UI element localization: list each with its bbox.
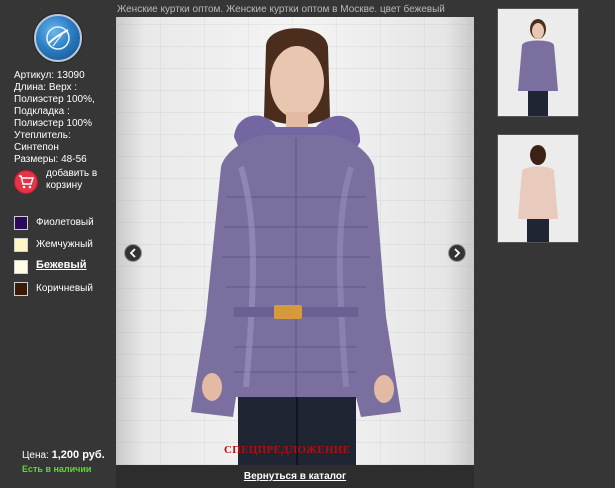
color-option-beige[interactable]: Бежевый xyxy=(14,258,114,280)
page-title: Женские куртки оптом. Женские куртки опт… xyxy=(117,4,445,15)
spec-line: Полиэстер 100% xyxy=(14,118,92,129)
product-photo xyxy=(116,17,474,465)
spec-line: Подкладка : xyxy=(14,106,70,117)
product-specs: Артикул: 13090 Длина: Верх : Полиэстер 1… xyxy=(14,70,114,166)
chevron-left-icon xyxy=(129,248,136,258)
back-to-catalog-bar: Вернуться в каталог xyxy=(116,465,474,488)
color-label[interactable]: Фиолетовый xyxy=(36,217,94,228)
spec-line: Длина: Верх : xyxy=(14,82,78,93)
chevron-right-icon xyxy=(454,248,461,258)
color-label[interactable]: Коричневый xyxy=(36,283,93,294)
color-label[interactable]: Жемчужный xyxy=(36,239,93,250)
spec-line: Артикул: 13090 xyxy=(14,70,85,81)
color-swatch[interactable] xyxy=(14,238,28,252)
color-swatch[interactable] xyxy=(14,216,28,230)
special-offer-label: СПЕЦПРЕДЛОЖЕНИЕ xyxy=(224,444,351,456)
thumbnail-front-violet[interactable] xyxy=(497,8,579,117)
color-swatch[interactable] xyxy=(14,282,28,296)
thumbnail-image xyxy=(498,9,578,116)
logo-mark xyxy=(46,26,70,50)
price: Цена: 1,200 руб. xyxy=(22,449,105,461)
model-illustration xyxy=(191,28,401,465)
thumbnail-back-beige[interactable] xyxy=(497,134,579,243)
color-option-brown[interactable]: Коричневый xyxy=(14,280,114,302)
color-options: Фиолетовый Жемчужный Бежевый Коричневый xyxy=(14,214,114,302)
spec-line: Утеплитель: xyxy=(14,130,71,141)
cart-icon[interactable] xyxy=(14,170,38,194)
add-to-cart-label[interactable]: добавить в корзину xyxy=(46,168,110,192)
price-value: 1,200 руб. xyxy=(51,449,105,461)
color-label[interactable]: Бежевый xyxy=(36,259,87,271)
logo-globe-icon[interactable] xyxy=(34,14,82,62)
add-to-cart-button[interactable]: добавить в корзину xyxy=(14,168,114,204)
cart-glyph xyxy=(19,175,34,189)
thumbnail-image xyxy=(498,135,578,242)
color-swatch[interactable] xyxy=(14,260,28,274)
stock-status: Есть в наличии xyxy=(22,464,92,474)
color-option-pearl[interactable]: Жемчужный xyxy=(14,236,114,258)
back-to-catalog-link[interactable]: Вернуться в каталог xyxy=(116,471,474,482)
spec-line: Размеры: 48-56 xyxy=(14,154,87,165)
next-photo-button[interactable] xyxy=(448,244,466,262)
color-option-violet[interactable]: Фиолетовый xyxy=(14,214,114,236)
price-label: Цена: xyxy=(22,450,49,461)
prev-photo-button[interactable] xyxy=(124,244,142,262)
spec-line: Синтепон xyxy=(14,142,59,153)
spec-line: Полиэстер 100%, xyxy=(14,94,95,105)
